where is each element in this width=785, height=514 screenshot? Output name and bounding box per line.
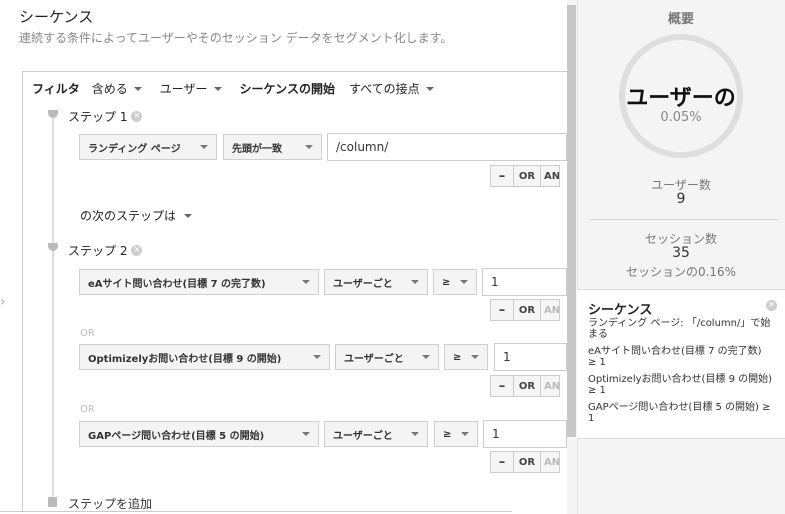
sequence-summary-line: Optimizelyお問い合わせ(目標 9 の開始) ≥ 1 xyxy=(588,374,773,396)
page-title: シーケンス xyxy=(19,8,94,26)
chevron-down-icon xyxy=(471,355,479,359)
chevron-down-icon xyxy=(460,280,468,284)
chevron-left-icon[interactable]: › xyxy=(0,294,6,310)
match-type-dropdown-label: 先頭が一致 xyxy=(232,143,282,155)
remove-condition-button[interactable]: – xyxy=(490,375,514,397)
sequence-start-dropdown-label: すべての接点 xyxy=(348,81,420,96)
per-user-dropdown-label: ユーザーごと xyxy=(333,278,393,290)
chevron-down-icon xyxy=(184,213,193,218)
operator-dropdown[interactable]: ≥ xyxy=(434,421,478,447)
or-button[interactable]: OR xyxy=(513,375,541,397)
remove-condition-button[interactable]: – xyxy=(490,299,514,321)
step-timeline xyxy=(52,112,54,504)
per-user-dropdown[interactable]: ユーザーごと xyxy=(324,421,428,447)
or-button[interactable]: OR xyxy=(513,451,541,473)
summary-title: 概要 xyxy=(667,12,694,27)
sequence-summary-title: シーケンス xyxy=(588,303,653,318)
next-step-label: の次のステップは xyxy=(80,209,177,223)
per-user-dropdown[interactable]: ユーザーごと xyxy=(335,344,439,370)
filter-row: フィルタ 含める ユーザー シーケンスの開始 すべての接点 xyxy=(32,79,434,97)
and-button[interactable]: AN xyxy=(540,375,560,397)
chevron-down-icon xyxy=(200,145,208,149)
include-dropdown[interactable]: 含める xyxy=(92,80,142,97)
metric-dropdown-label: eAサイト問い合わせ(目標 7 の完了数) xyxy=(88,278,266,290)
chevron-down-icon xyxy=(411,432,419,436)
match-type-dropdown[interactable]: 先頭が一致 xyxy=(223,134,322,160)
per-user-dropdown-label: ユーザーごと xyxy=(333,430,393,442)
ring-percent: 0.05% xyxy=(660,110,702,125)
sequence-summary-line: eAサイト問い合わせ(目標 7 の完了数) ≥ 1 xyxy=(588,346,762,368)
next-step-dropdown[interactable]: の次のステップは xyxy=(80,207,193,224)
and-button[interactable]: AN xyxy=(540,451,560,473)
per-user-dropdown-label: ユーザーごと xyxy=(344,353,404,365)
or-button[interactable]: OR xyxy=(513,299,541,321)
condition-buttons: – OR AN xyxy=(490,299,560,321)
dimension-value-input[interactable]: /column/ xyxy=(327,133,567,161)
sessions-percent: セッションの0.16% xyxy=(625,265,737,279)
ring-label: ユーザーの xyxy=(626,86,736,111)
page-subtitle: 連続する条件によってユーザーやそのセッション データをセグメント化します。 xyxy=(19,31,453,45)
remove-condition-button[interactable]: – xyxy=(490,451,514,473)
remove-step-icon[interactable]: × xyxy=(131,111,143,122)
or-separator: OR xyxy=(80,404,95,415)
metric-dropdown[interactable]: eAサイト問い合わせ(目標 7 の完了数) xyxy=(79,269,319,295)
add-step-marker-icon xyxy=(48,497,57,507)
sessions-value: 35 xyxy=(672,245,690,261)
scope-dropdown-label: ユーザー xyxy=(159,81,208,96)
chevron-down-icon xyxy=(425,87,434,91)
sequence-summary-line: GAPページ問い合わせ(目標 5 の開始) ≥ 1 xyxy=(588,402,771,424)
divider xyxy=(0,511,512,512)
chevron-down-icon xyxy=(411,280,419,284)
chevron-down-icon xyxy=(302,280,310,284)
operator-dropdown[interactable]: ≥ xyxy=(433,269,477,295)
chevron-down-icon xyxy=(133,87,142,91)
condition-buttons: – OR AN xyxy=(490,165,560,187)
scope-dropdown[interactable]: ユーザー xyxy=(160,80,222,97)
metric-dropdown-label: Optimizelyお問い合わせ(目標 9 の開始) xyxy=(88,353,282,365)
and-button[interactable]: AN xyxy=(540,165,560,187)
operator-dropdown-label: ≥ xyxy=(453,351,462,363)
metric-value-input[interactable]: 1 xyxy=(494,343,567,371)
or-button[interactable]: OR xyxy=(513,165,541,187)
divider xyxy=(589,219,779,220)
chevron-down-icon xyxy=(302,432,310,436)
sequence-start-label: シーケンスの開始 xyxy=(239,81,335,96)
step-2-header: ステップ 2 × xyxy=(68,242,143,259)
add-step-link[interactable]: ステップを追加 xyxy=(68,495,152,512)
chevron-down-icon xyxy=(213,87,222,91)
metric-dropdown-label: GAPページ問い合わせ(目標 5 の開始) xyxy=(88,430,265,442)
sequence-summary-line: ランディング ページ: 「/column/」で始まる xyxy=(588,318,771,340)
per-user-dropdown[interactable]: ユーザーごと xyxy=(324,269,428,295)
scrollbar-thumb[interactable] xyxy=(567,5,576,437)
metric-dropdown[interactable]: GAPページ問い合わせ(目標 5 の開始) xyxy=(79,421,319,447)
chevron-down-icon xyxy=(422,355,430,359)
operator-dropdown-label: ≥ xyxy=(442,276,451,288)
step-2-label: ステップ 2 xyxy=(68,244,128,258)
metric-value-input[interactable]: 1 xyxy=(483,420,567,448)
dimension-dropdown-label: ランディング ページ xyxy=(88,143,181,155)
and-button[interactable]: AN xyxy=(540,299,560,321)
or-separator: OR xyxy=(80,328,95,339)
chevron-down-icon xyxy=(461,432,469,436)
dimension-dropdown[interactable]: ランディング ページ xyxy=(79,134,217,160)
users-value: 9 xyxy=(676,191,686,207)
filter-label: フィルタ xyxy=(32,81,80,96)
chevron-down-icon xyxy=(305,145,313,149)
close-icon[interactable]: × xyxy=(766,300,777,311)
operator-dropdown[interactable]: ≥ xyxy=(444,344,488,370)
include-dropdown-label: 含める xyxy=(91,81,128,96)
operator-dropdown-label: ≥ xyxy=(443,428,452,440)
step-1-header: ステップ 1 × xyxy=(68,108,143,125)
condition-buttons: – OR AN xyxy=(490,375,560,397)
step-1-label: ステップ 1 xyxy=(68,110,128,124)
metric-value-input[interactable]: 1 xyxy=(482,268,567,296)
metric-dropdown[interactable]: Optimizelyお問い合わせ(目標 9 の開始) xyxy=(79,344,330,370)
remove-step-icon[interactable]: × xyxy=(131,245,143,256)
condition-buttons: – OR AN xyxy=(490,451,560,473)
chevron-down-icon xyxy=(313,355,321,359)
sequence-start-dropdown[interactable]: すべての接点 xyxy=(349,80,434,97)
remove-condition-button[interactable]: – xyxy=(490,165,514,187)
